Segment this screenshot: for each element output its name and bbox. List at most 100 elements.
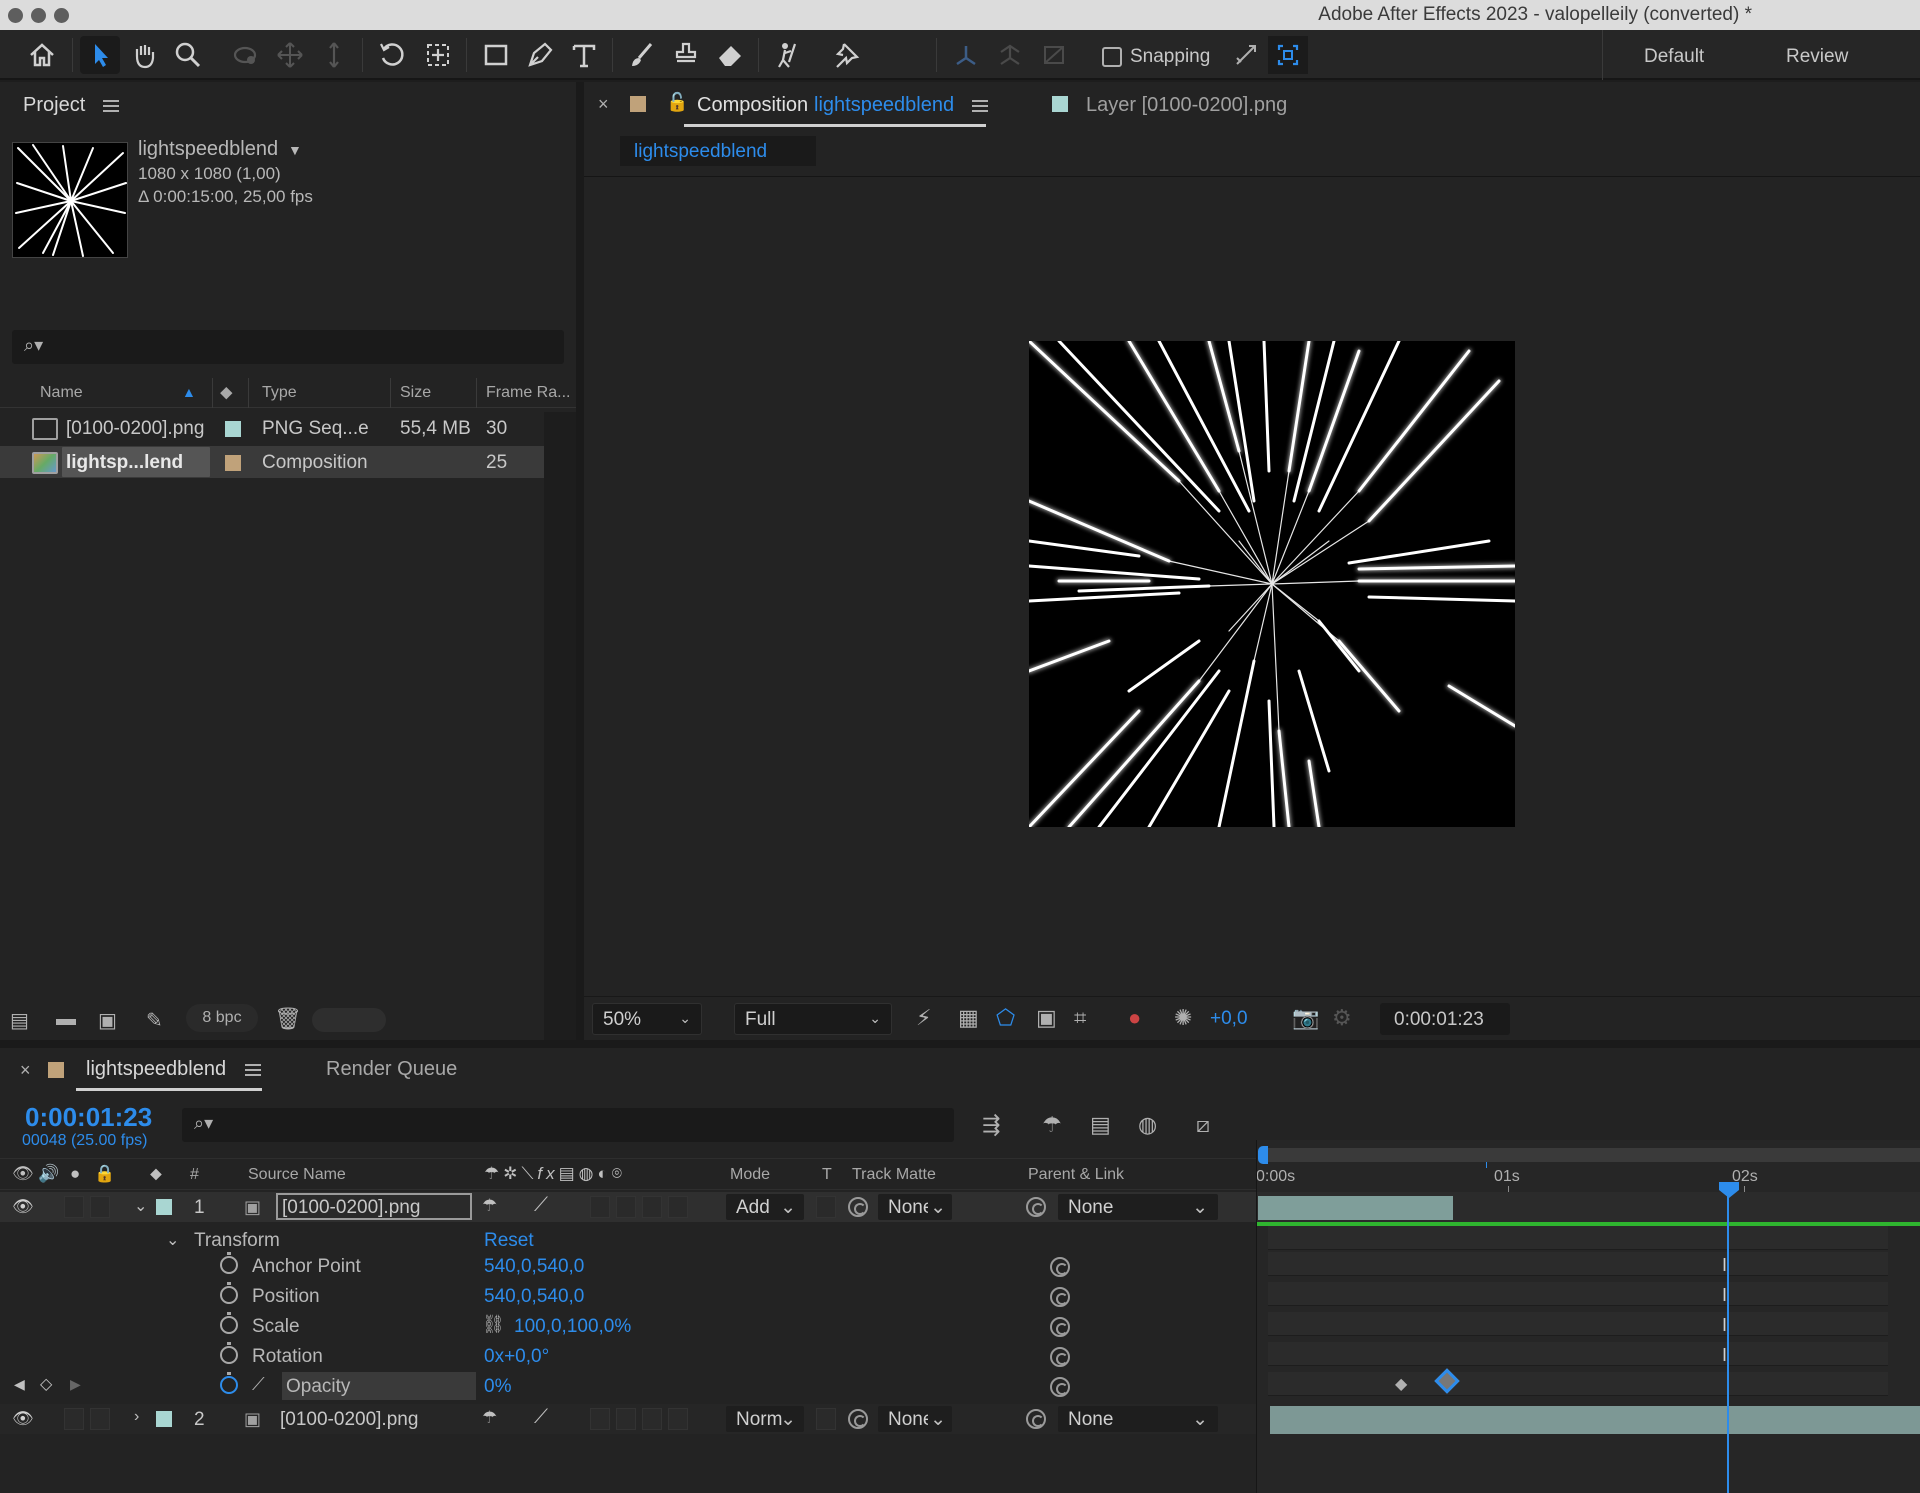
column-type[interactable]: Type <box>262 384 297 402</box>
column-source-name[interactable]: Source Name <box>248 1166 346 1184</box>
label-color-swatch[interactable] <box>156 1411 172 1427</box>
chevron-right-icon[interactable]: › <box>134 1408 139 1426</box>
transform-group-label[interactable]: Transform <box>194 1230 280 1252</box>
clone-stamp-tool-icon[interactable] <box>666 36 706 74</box>
parent-pickwhip-icon[interactable] <box>1026 1409 1046 1429</box>
layer-1-duration-bar[interactable] <box>1258 1196 1453 1220</box>
timeline-search-input[interactable]: ⌕▾ <box>182 1108 954 1142</box>
stopwatch-icon[interactable] <box>220 1312 238 1334</box>
channel-rgb-icon[interactable]: ● <box>1128 1005 1141 1031</box>
thumbnail-slider[interactable] <box>312 1008 386 1032</box>
magnet-snap-icon[interactable] <box>1268 36 1308 74</box>
pan-camera-icon[interactable] <box>270 36 310 74</box>
label-tag-icon[interactable]: ⬥ <box>220 382 233 403</box>
solo-icon[interactable]: ● <box>70 1164 80 1184</box>
puppet-pin-tool-icon[interactable] <box>826 36 866 74</box>
close-tab-icon[interactable]: × <box>598 94 609 115</box>
current-time-display[interactable]: 0:00:01:23 <box>1380 1003 1510 1035</box>
local-axis-mode-icon[interactable] <box>946 36 986 74</box>
opacity-value[interactable]: 0% <box>484 1376 511 1398</box>
eye-icon[interactable]: 👁 <box>12 1409 34 1429</box>
time-navigator[interactable] <box>1262 1148 1920 1162</box>
transform-reset-link[interactable]: Reset <box>484 1230 534 1252</box>
anchor-point-tool-icon[interactable] <box>418 36 458 74</box>
property-pickwhip-icon[interactable] <box>1050 1257 1070 1277</box>
column-size[interactable]: Size <box>400 384 431 402</box>
fast-previews-icon[interactable]: ⚡ <box>916 1005 931 1031</box>
audio-icon[interactable]: 🔊 <box>38 1164 59 1184</box>
home-icon[interactable] <box>22 36 62 74</box>
motion-blur-icon[interactable]: ◍ <box>1138 1112 1157 1138</box>
quality-icon[interactable]: ⟋ <box>534 1194 548 1217</box>
stopwatch-icon[interactable] <box>220 1342 238 1364</box>
property-pickwhip-icon[interactable] <box>1050 1377 1070 1397</box>
stopwatch-active-icon[interactable] <box>220 1372 238 1394</box>
workspace-review[interactable]: Review <box>1786 46 1848 68</box>
show-snapshot-icon[interactable]: ⚙ <box>1332 1005 1352 1031</box>
bit-depth-button[interactable]: 8 bpc <box>186 1004 258 1032</box>
parent-pickwhip-icon[interactable] <box>1026 1197 1046 1217</box>
zoom-tool-icon[interactable] <box>168 36 208 74</box>
column-name[interactable]: Name <box>40 384 83 402</box>
project-tab[interactable]: Project <box>23 94 85 117</box>
project-menu-icon[interactable] <box>103 100 119 112</box>
label-color-swatch[interactable] <box>225 455 241 471</box>
world-axis-mode-icon[interactable] <box>990 36 1030 74</box>
graph-editor-icon[interactable]: ⧄ <box>1196 1112 1210 1138</box>
column-frame-rate[interactable]: Frame Ra... <box>486 384 570 402</box>
new-folder-icon[interactable]: ▬ <box>56 1008 76 1031</box>
snapping-checkbox[interactable] <box>1102 47 1122 67</box>
current-time[interactable]: 0:00:01:23 <box>25 1102 152 1133</box>
layer-row-2[interactable]: 👁 › 2 ▣ [0100-0200].png ☂ ⟋ Norm⌄ None⌄ … <box>0 1404 1256 1434</box>
property-pickwhip-icon[interactable] <box>1050 1287 1070 1307</box>
trash-icon[interactable]: 🗑 <box>274 1006 302 1032</box>
snap-options-icon[interactable] <box>1226 36 1266 74</box>
project-settings-icon[interactable]: ✎ <box>146 1008 163 1033</box>
render-queue-tab[interactable]: Render Queue <box>326 1058 457 1081</box>
resolution-dropdown[interactable]: Full ⌄ <box>734 1003 892 1035</box>
track-matte-dropdown[interactable]: None⌄ <box>878 1406 952 1432</box>
lock-icon[interactable]: 🔒 <box>94 1164 115 1184</box>
property-pickwhip-icon[interactable] <box>1050 1347 1070 1367</box>
project-search-input[interactable]: ⌕▾ <box>12 330 564 364</box>
composition-tab-name[interactable]: lightspeedblend <box>814 94 954 117</box>
type-tool-icon[interactable] <box>564 36 604 74</box>
chevron-down-icon[interactable]: ⌄ <box>166 1230 179 1250</box>
stopwatch-icon[interactable] <box>220 1282 238 1304</box>
brush-tool-icon[interactable] <box>622 36 662 74</box>
rotation-value[interactable]: 0x+0,0° <box>484 1346 549 1368</box>
close-window-button[interactable] <box>8 8 23 23</box>
layer-row-1[interactable]: 👁 ⌄ 1 ▣ [0100-0200].png ☂ ⟋ Add⌄ None⌄ N… <box>0 1192 1256 1222</box>
sort-ascending-icon[interactable]: ▲ <box>182 384 196 400</box>
rotation-tool-icon[interactable] <box>372 36 412 74</box>
region-of-interest-icon[interactable]: ▣ <box>1036 1005 1057 1031</box>
new-composition-icon[interactable]: ▣ <box>98 1008 117 1033</box>
parent-dropdown[interactable]: None ⌄ <box>1058 1406 1218 1432</box>
keyframe-diamond-icon[interactable]: ◆ <box>1395 1374 1407 1394</box>
stopwatch-icon[interactable] <box>220 1252 238 1274</box>
magnification-dropdown[interactable]: 50% ⌄ <box>592 1003 702 1035</box>
composition-flowchart-icon[interactable]: ⇶ <box>982 1112 1000 1138</box>
anchor-point-value[interactable]: 540,0,540,0 <box>484 1256 584 1278</box>
position-value[interactable]: 540,0,540,0 <box>484 1286 584 1308</box>
next-keyframe-icon[interactable]: ▶ <box>70 1376 81 1393</box>
eraser-tool-icon[interactable] <box>710 36 750 74</box>
chevron-down-icon[interactable]: ▼ <box>288 142 302 158</box>
label-color-swatch[interactable] <box>225 421 241 437</box>
grid-guides-icon[interactable]: ⌗ <box>1074 1005 1086 1031</box>
composition-canvas[interactable] <box>1029 341 1515 827</box>
parent-dropdown[interactable]: None ⌄ <box>1058 1194 1218 1220</box>
layer-name[interactable]: [0100-0200].png <box>282 1197 420 1219</box>
interpret-footage-icon[interactable]: ▤ <box>10 1008 29 1033</box>
timeline-tab[interactable]: lightspeedblend <box>86 1058 226 1081</box>
shy-icon[interactable]: ☂ <box>482 1408 497 1428</box>
previous-keyframe-icon[interactable]: ◀ <box>14 1376 25 1393</box>
track-matte-dropdown[interactable]: None⌄ <box>878 1194 952 1220</box>
zoom-window-button[interactable] <box>54 8 69 23</box>
layer-2-duration-bar[interactable] <box>1270 1406 1920 1434</box>
hand-tool-icon[interactable] <box>124 36 164 74</box>
constrain-proportions-link-icon[interactable]: ⛓ <box>482 1314 505 1335</box>
label-color-swatch[interactable] <box>156 1199 172 1215</box>
track-matte-pickwhip-icon[interactable] <box>848 1197 868 1217</box>
view-axis-mode-icon[interactable] <box>1034 36 1074 74</box>
